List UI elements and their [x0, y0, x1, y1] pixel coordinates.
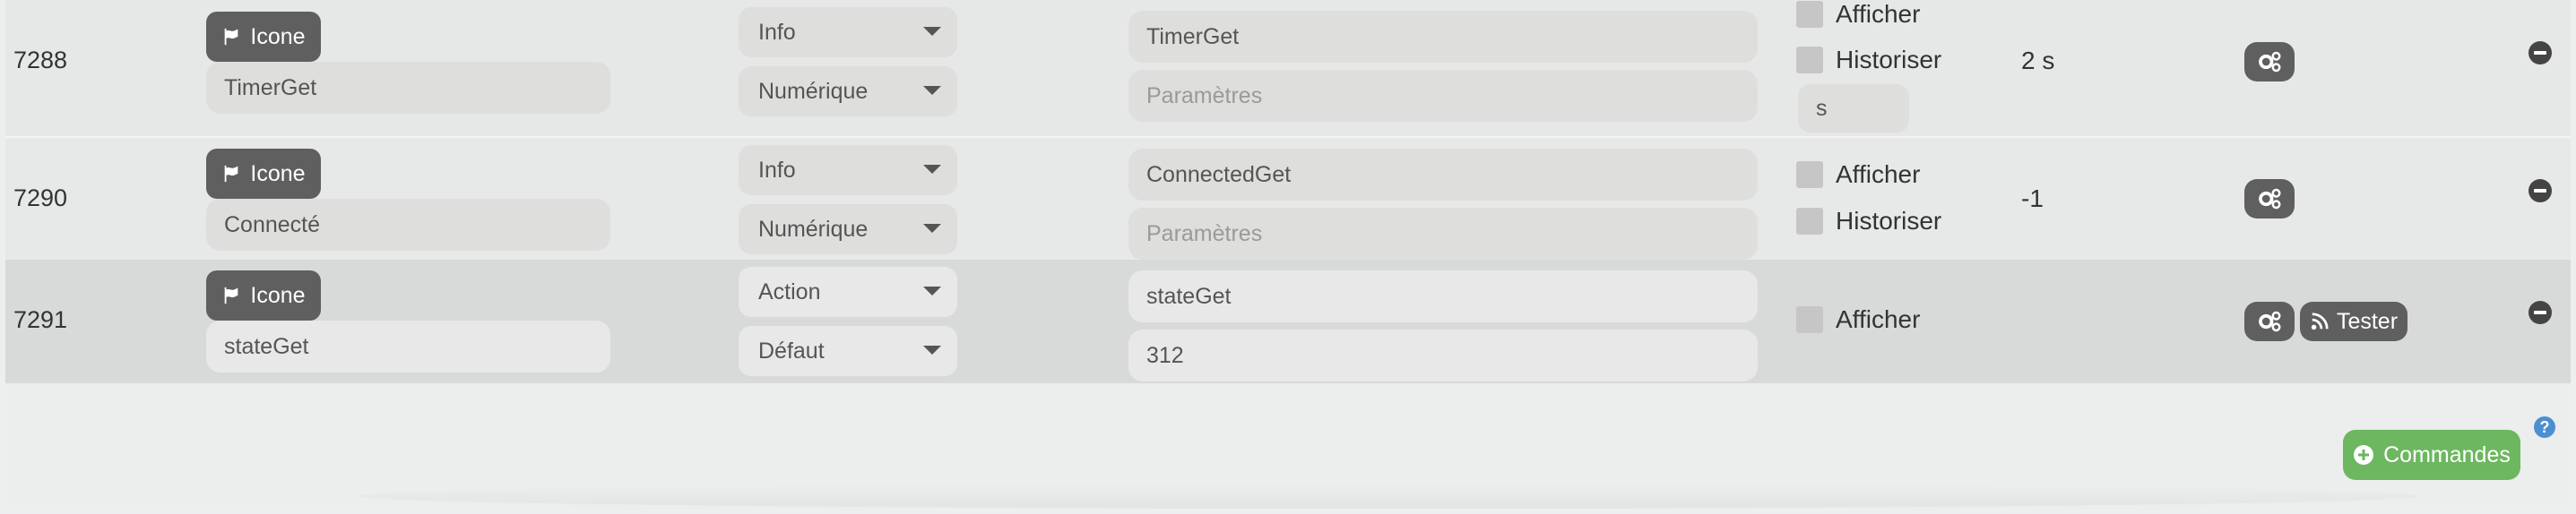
- command-name-input[interactable]: Connecté: [206, 199, 610, 251]
- command-type-select[interactable]: Info: [739, 145, 957, 195]
- plus-circle-icon: [2354, 445, 2374, 465]
- chevron-down-icon: [923, 346, 941, 355]
- command-subtype-select[interactable]: Numérique: [739, 204, 957, 254]
- flag-icon: [225, 28, 238, 46]
- chevron-down-icon: [923, 287, 941, 296]
- unit-input[interactable]: s: [1798, 84, 1909, 133]
- command-type-select[interactable]: Action: [739, 267, 957, 317]
- historiser-checkbox[interactable]: Historiser: [1796, 46, 1941, 74]
- panel-shadow: [359, 484, 2420, 509]
- test-button[interactable]: Tester: [2300, 302, 2407, 341]
- flag-icon: [225, 165, 238, 183]
- chevron-down-icon: [923, 165, 941, 174]
- afficher-checkbox[interactable]: Afficher: [1796, 0, 1920, 29]
- afficher-checkbox[interactable]: Afficher: [1796, 160, 1920, 189]
- configure-button[interactable]: [2244, 302, 2295, 341]
- remove-command-button[interactable]: [2528, 41, 2552, 64]
- rss-icon: [2311, 313, 2329, 330]
- command-subtype-select[interactable]: Numérique: [739, 66, 957, 116]
- gears-icon: [2259, 188, 2281, 210]
- chevron-down-icon: [923, 224, 941, 233]
- command-name-input[interactable]: TimerGet: [206, 62, 610, 114]
- flag-icon: [225, 287, 238, 304]
- logical-id-input[interactable]: ConnectedGet: [1128, 149, 1758, 201]
- command-row-7291: 7291 Icone stateGet Action Défaut stateG…: [5, 260, 2571, 383]
- current-value: 2 s: [2021, 47, 2055, 74]
- parameters-input[interactable]: Paramètres: [1128, 208, 1758, 260]
- icon-picker-button[interactable]: Icone: [206, 270, 321, 321]
- logical-id-input[interactable]: stateGet: [1128, 270, 1758, 322]
- icon-picker-button[interactable]: Icone: [206, 12, 321, 62]
- command-id: 7290: [13, 184, 68, 211]
- add-command-button[interactable]: Commandes: [2343, 430, 2520, 480]
- command-name-input[interactable]: stateGet: [206, 321, 610, 373]
- command-row-7290: 7290 Icone Connecté Info Numérique Conne…: [5, 136, 2571, 261]
- command-id: 7291: [13, 306, 68, 333]
- command-row-7288: 7288 Icone TimerGet Info Numérique Timer…: [5, 0, 2571, 136]
- icon-picker-button[interactable]: Icone: [206, 149, 321, 199]
- afficher-checkbox[interactable]: Afficher: [1796, 305, 1920, 334]
- chevron-down-icon: [923, 86, 941, 95]
- command-type-select[interactable]: Info: [739, 7, 957, 57]
- remove-command-button[interactable]: [2528, 301, 2552, 324]
- command-id: 7288: [13, 47, 68, 73]
- question-circle-icon[interactable]: ?: [2534, 416, 2555, 438]
- chevron-down-icon: [923, 27, 941, 36]
- parameters-input[interactable]: Paramètres: [1128, 70, 1758, 122]
- remove-command-button[interactable]: [2528, 179, 2552, 202]
- logical-id-input[interactable]: TimerGet: [1128, 11, 1758, 63]
- current-value: -1: [2021, 184, 2044, 212]
- command-subtype-select[interactable]: Défaut: [739, 326, 957, 376]
- parameters-input[interactable]: 312: [1128, 330, 1758, 381]
- gears-icon: [2259, 51, 2281, 73]
- historiser-checkbox[interactable]: Historiser: [1796, 207, 1941, 236]
- gears-icon: [2259, 311, 2281, 332]
- configure-button[interactable]: [2244, 42, 2295, 81]
- configure-button[interactable]: [2244, 179, 2295, 218]
